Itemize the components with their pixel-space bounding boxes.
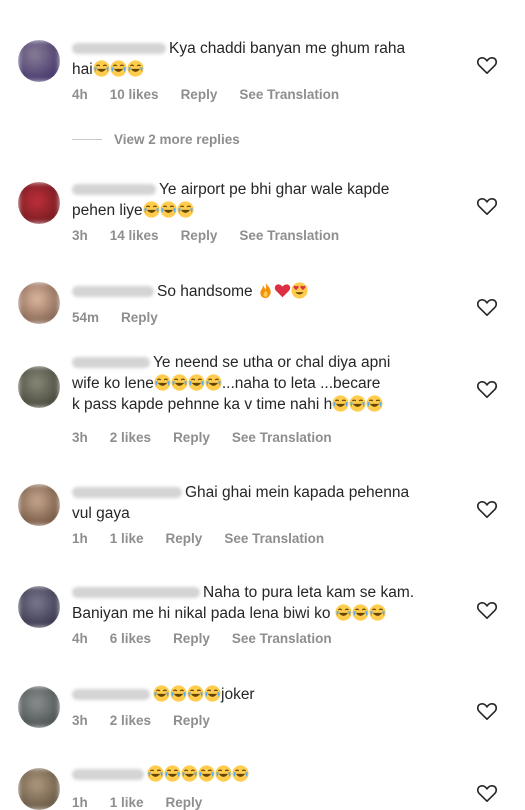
comment-text: Ghai ghai mein kapada pehenna — [185, 484, 410, 501]
username-blurred[interactable] — [72, 587, 200, 599]
laughing-emoji-icon — [215, 765, 232, 782]
reply-button[interactable]: Reply — [121, 310, 158, 325]
see-translation-button[interactable]: See Translation — [224, 531, 324, 546]
laughing-emoji-icon — [204, 685, 221, 702]
comment-text: Kya chaddi banyan me ghum raha — [169, 40, 406, 57]
comment-time: 54m — [72, 310, 100, 325]
avatar[interactable] — [18, 586, 60, 628]
comment-time: 3h — [72, 228, 88, 243]
laughing-emoji-icon — [232, 765, 249, 782]
comment-time: 4h — [72, 631, 88, 646]
like-heart-icon[interactable] — [476, 701, 498, 721]
comment-text-cont: vul gaya — [72, 505, 130, 522]
reply-button[interactable]: Reply — [166, 531, 203, 546]
see-translation-button[interactable]: See Translation — [232, 430, 332, 445]
likes-count[interactable]: 14 likes — [110, 228, 159, 243]
likes-count[interactable]: 1 like — [110, 795, 144, 810]
like-heart-icon[interactable] — [476, 783, 498, 803]
laughing-emoji-icon — [181, 765, 198, 782]
avatar[interactable] — [18, 686, 60, 728]
comment-time: 1h — [72, 531, 88, 546]
username-blurred[interactable] — [72, 286, 154, 298]
reply-button[interactable]: Reply — [166, 795, 203, 810]
like-heart-icon[interactable] — [476, 600, 498, 620]
like-heart-icon[interactable] — [476, 196, 498, 216]
see-translation-button[interactable]: See Translation — [232, 631, 332, 646]
laughing-emoji-icon — [332, 395, 349, 412]
avatar[interactable] — [18, 182, 60, 224]
like-heart-icon[interactable] — [476, 55, 498, 75]
reply-button[interactable]: Reply — [173, 713, 210, 728]
like-heart-icon[interactable] — [476, 499, 498, 519]
view-more-replies[interactable]: View 2 more replies — [72, 132, 240, 147]
laughing-emoji-icon — [127, 60, 144, 77]
laughing-emoji-icon — [205, 374, 222, 391]
likes-count[interactable]: 2 likes — [110, 713, 151, 728]
laughing-emoji-icon — [154, 374, 171, 391]
laughing-emoji-icon — [164, 765, 181, 782]
laughing-emoji-icon — [143, 201, 160, 218]
username-blurred[interactable] — [72, 487, 182, 499]
laughing-emoji-icon — [352, 604, 369, 621]
comment-text: Naha to pura leta kam se kam. — [203, 584, 415, 601]
comment-time: 3h — [72, 430, 88, 445]
laughing-emoji-icon — [177, 201, 194, 218]
heart-eyes-emoji-icon — [291, 282, 308, 299]
laughing-emoji-icon — [147, 765, 164, 782]
comment-text-cont: ...naha to leta ...becare — [221, 375, 381, 392]
comment-text-cont: k pass kapde pehnne ka v time nahi h — [72, 396, 333, 413]
likes-count[interactable]: 1 like — [110, 531, 144, 546]
username-blurred[interactable] — [72, 184, 156, 196]
laughing-emoji-icon — [153, 685, 170, 702]
laughing-emoji-icon — [171, 374, 188, 391]
avatar[interactable] — [18, 768, 60, 810]
laughing-emoji-icon — [366, 395, 383, 412]
laughing-emoji-icon — [198, 765, 215, 782]
comment-text: Ye airport pe bhi ghar wale kapde — [159, 181, 390, 198]
comment-text: joker — [221, 686, 255, 703]
comment-text: Ye neend se utha or chal diya apni — [153, 354, 391, 371]
red-heart-emoji-icon — [274, 282, 291, 299]
laughing-emoji-icon — [93, 60, 110, 77]
reply-button[interactable]: Reply — [173, 631, 210, 646]
reply-button[interactable]: Reply — [181, 228, 218, 243]
username-blurred[interactable] — [72, 689, 150, 701]
comment-text-cont: Baniyan me hi nikal pada lena biwi ko — [72, 605, 331, 622]
avatar[interactable] — [18, 484, 60, 526]
avatar[interactable] — [18, 40, 60, 82]
comment-text-cont: hai — [72, 61, 93, 78]
username-blurred[interactable] — [72, 357, 150, 369]
divider — [72, 139, 102, 140]
laughing-emoji-icon — [349, 395, 366, 412]
laughing-emoji-icon — [160, 201, 177, 218]
username-blurred[interactable] — [72, 43, 166, 55]
laughing-emoji-icon — [170, 685, 187, 702]
likes-count[interactable]: 6 likes — [110, 631, 151, 646]
comment-time: 1h — [72, 795, 88, 810]
comment-text-cont: pehen liye — [72, 202, 143, 219]
like-heart-icon[interactable] — [476, 297, 498, 317]
comment-time: 4h — [72, 87, 88, 102]
laughing-emoji-icon — [110, 60, 127, 77]
view-replies-label[interactable]: View 2 more replies — [114, 132, 240, 147]
likes-count[interactable]: 10 likes — [110, 87, 159, 102]
laughing-emoji-icon — [188, 374, 205, 391]
comment-text: So handsome — [157, 283, 253, 300]
see-translation-button[interactable]: See Translation — [239, 87, 339, 102]
avatar[interactable] — [18, 366, 60, 408]
laughing-emoji-icon — [369, 604, 386, 621]
likes-count[interactable]: 2 likes — [110, 430, 151, 445]
comment-time: 3h — [72, 713, 88, 728]
laughing-emoji-icon — [335, 604, 352, 621]
reply-button[interactable]: Reply — [173, 430, 210, 445]
see-translation-button[interactable]: See Translation — [239, 228, 339, 243]
avatar[interactable] — [18, 282, 60, 324]
like-heart-icon[interactable] — [476, 379, 498, 399]
laughing-emoji-icon — [187, 685, 204, 702]
username-blurred[interactable] — [72, 769, 144, 781]
comment-text-cont: wife ko lene — [72, 375, 154, 392]
fire-emoji-icon — [257, 282, 274, 299]
reply-button[interactable]: Reply — [181, 87, 218, 102]
